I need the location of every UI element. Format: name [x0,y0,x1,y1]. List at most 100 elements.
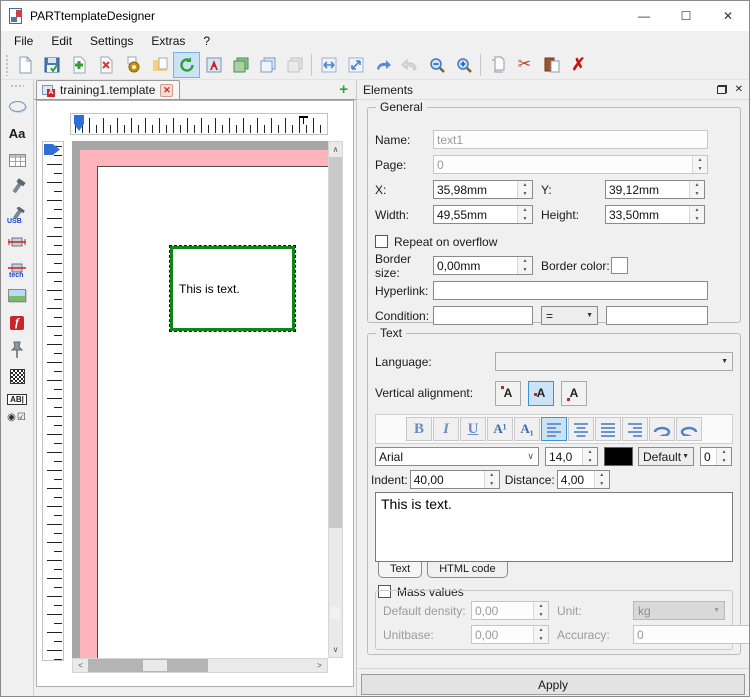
redo-button[interactable] [396,52,423,78]
export-pdf-button[interactable] [200,52,227,78]
align-left-button[interactable] [541,417,567,441]
usb-part-tool[interactable]: USB [3,201,31,228]
vertical-scroll-thumb[interactable] [329,157,342,528]
align-right-button[interactable] [622,417,648,441]
align-justify-button[interactable] [595,417,621,441]
rotate-right-button[interactable] [676,417,702,441]
height-field[interactable]: ▲▼ [605,205,705,224]
language-dropdown[interactable]: ▼ [495,352,733,371]
tab-html-code[interactable]: HTML code [427,562,507,578]
ellipse-tool[interactable] [3,93,31,120]
menu-extras[interactable]: Extras [142,34,194,48]
outline-spinner[interactable]: ▲▼ [716,448,731,465]
add-template-button[interactable] [65,52,92,78]
ruler-tab-marker[interactable] [299,116,308,124]
page-spinner[interactable]: ▲▼ [692,156,707,173]
width-field[interactable]: ▲▼ [433,205,533,224]
font-color-swatch[interactable] [604,447,633,466]
underline-button[interactable]: U [460,417,486,441]
minimize-button[interactable]: — [623,1,665,31]
outline-field[interactable]: ▲▼ [700,447,732,466]
design-canvas[interactable]: This is text. ∧ ∨ < > [36,100,354,687]
tab-text[interactable]: Text [378,562,422,578]
undo-button[interactable] [369,52,396,78]
flash-tool[interactable]: f [3,309,31,336]
width-spinner[interactable]: ▲▼ [517,206,532,223]
menu-edit[interactable]: Edit [42,34,81,48]
qrcode-tool[interactable] [3,363,31,390]
report-button[interactable] [538,52,565,78]
text-tool[interactable]: Aa [3,120,31,147]
refresh-button[interactable] [173,52,200,78]
scroll-down-arrow[interactable]: ∨ [329,642,342,657]
zoom-out-button[interactable] [423,52,450,78]
maximize-button[interactable]: ☐ [665,1,707,31]
menu-file[interactable]: File [5,34,42,48]
text-content-editor[interactable]: This is text. [375,492,733,562]
cut-button[interactable]: ✂ [511,52,538,78]
repeat-on-overflow-checkbox[interactable] [375,235,388,248]
apply-button[interactable]: Apply [361,674,745,695]
condition-operator-dropdown[interactable]: =▼ [541,306,598,325]
delete-element-button[interactable]: ✗ [565,52,592,78]
paste-button[interactable] [281,52,308,78]
delete-template-button[interactable] [92,52,119,78]
border-size-field[interactable]: ▲▼ [433,256,533,275]
new-document-button[interactable] [11,52,38,78]
vertical-scrollbar[interactable]: ∧ ∨ [328,141,343,658]
rotate-left-button[interactable] [649,417,675,441]
pin-tool[interactable] [3,336,31,363]
close-button[interactable]: ✕ [707,1,749,31]
table-tool[interactable] [3,147,31,174]
distance-field[interactable]: ▲▼ [557,470,610,489]
border-size-spinner[interactable]: ▲▼ [517,257,532,274]
save-button[interactable] [38,52,65,78]
close-panel-icon[interactable]: ✕ [735,84,743,95]
page-content-area[interactable] [97,166,328,658]
hyperlink-field[interactable] [433,281,708,300]
valign-middle-button[interactable]: A [528,381,554,406]
duplicate-page-button[interactable] [227,52,254,78]
template-page[interactable] [72,141,328,658]
style-dropdown[interactable]: Default▼ [638,447,694,466]
x-spinner[interactable]: ▲▼ [517,181,532,198]
condition-left-field[interactable] [433,306,533,325]
open-template-button[interactable] [146,52,173,78]
font-family-combo[interactable]: ∨ [375,447,539,466]
font-size-field[interactable]: ▲▼ [545,447,598,466]
subscript-button[interactable]: A₁ [514,417,540,441]
selected-text-element[interactable]: This is text. [170,246,295,331]
tech-dimension-tool[interactable]: tech [3,255,31,282]
horizontal-scrollbar[interactable]: < > [72,658,328,673]
copy-button[interactable] [254,52,281,78]
align-center-button[interactable] [568,417,594,441]
scroll-up-arrow[interactable]: ∧ [329,142,342,157]
ruler-position-marker[interactable] [74,115,84,131]
y-spinner[interactable]: ▲▼ [689,181,704,198]
textfield-tool[interactable]: AB| [3,390,31,408]
dimension-tool[interactable] [3,228,31,255]
height-spinner[interactable]: ▲▼ [689,206,704,223]
scroll-right-arrow[interactable]: > [312,659,327,672]
menu-settings[interactable]: Settings [81,34,142,48]
valign-top-button[interactable]: A [495,381,521,406]
add-tab-button[interactable]: + [339,81,348,98]
ruler-position-marker-vertical[interactable] [44,144,60,155]
italic-button[interactable]: I [433,417,459,441]
indent-field[interactable]: ▲▼ [410,470,500,489]
horizontal-scroll-thumb[interactable] [143,660,167,671]
border-color-swatch[interactable] [611,257,628,274]
bold-button[interactable]: B [406,417,432,441]
image-tool[interactable] [3,282,31,309]
tab-close-icon[interactable]: ✕ [160,84,173,97]
zoom-in-button[interactable] [450,52,477,78]
y-field[interactable]: ▲▼ [605,180,705,199]
template-settings-button[interactable] [119,52,146,78]
distance-spinner[interactable]: ▲▼ [594,471,609,488]
part-tool[interactable] [3,174,31,201]
x-field[interactable]: ▲▼ [433,180,533,199]
copy-pages-button[interactable] [484,52,511,78]
font-size-spinner[interactable]: ▲▼ [582,448,597,465]
float-panel-icon[interactable] [717,85,727,94]
superscript-button[interactable]: A¹ [487,417,513,441]
